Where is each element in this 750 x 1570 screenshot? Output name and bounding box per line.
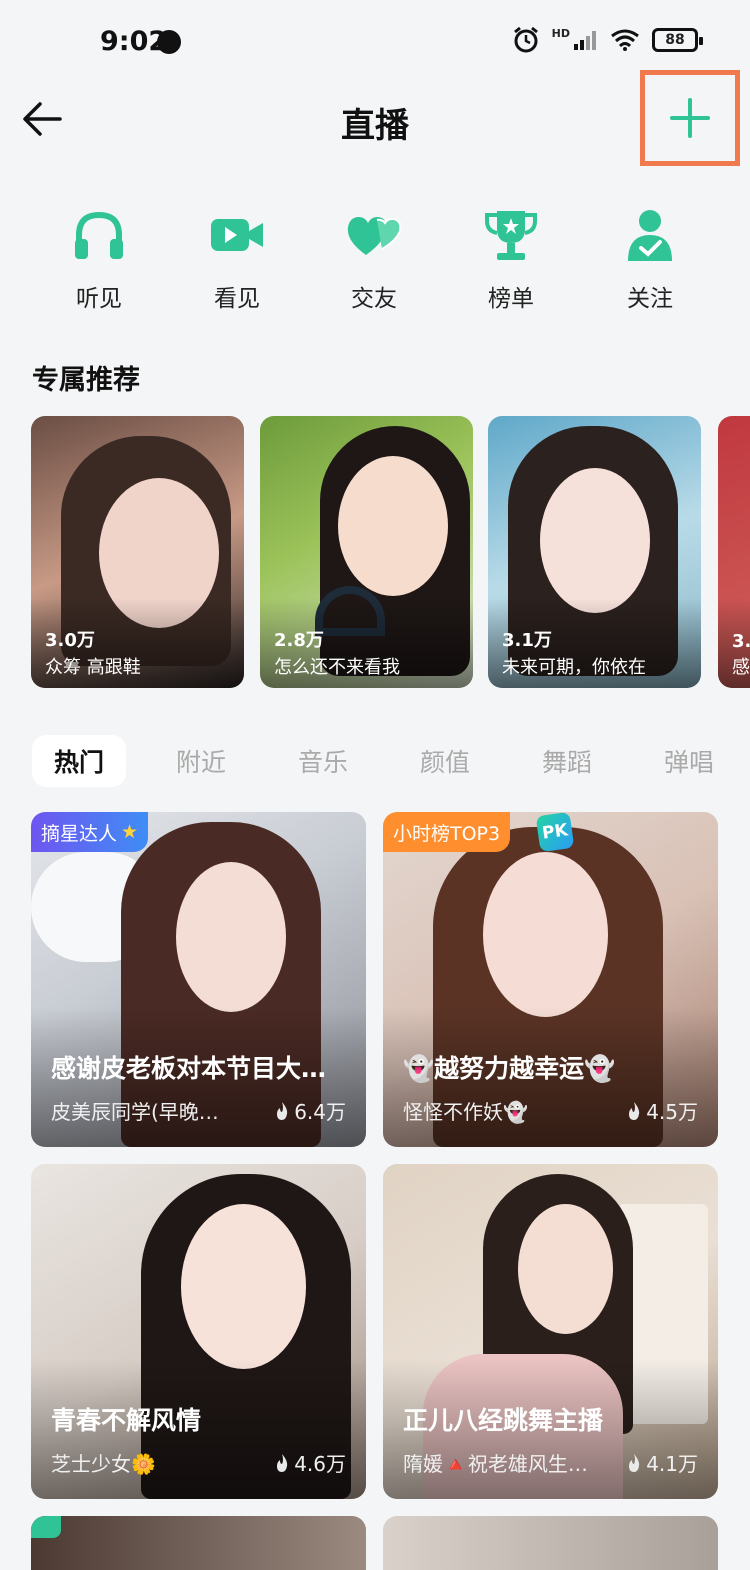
heat-count: 4.5万 [626,1096,698,1125]
category-label: 交友 [351,286,397,312]
heat-value: 4.5万 [646,1100,698,1124]
trophy-icon [485,211,537,260]
wifi-icon [611,29,639,51]
streamer-face [176,862,286,1012]
recommend-card[interactable]: 3.0万 众筹 高跟鞋 [31,416,244,688]
status-icons: HD 88 [512,26,703,54]
category-follow[interactable]: 关注 [595,205,705,313]
badge-icon [31,1516,61,1538]
host-name: 皮美辰同学(早晚… [51,1100,219,1124]
category-ranking[interactable]: 榜单 [456,205,566,313]
flame-icon [277,1453,288,1472]
card-title: 青春不解风情 [51,1406,202,1435]
header: 直播 [0,70,750,166]
host-name: 芝士少女🌼 [51,1452,156,1476]
add-live-button[interactable] [640,70,740,166]
category-label: 关注 [627,286,673,312]
card-title: 👻越努力越幸运👻 [403,1054,616,1083]
streamer-face [540,468,650,613]
heat-value: 4.1万 [646,1452,698,1476]
viewer-count: 3.0万 [45,630,95,651]
category-label: 看见 [214,286,260,312]
category-tabs: 热门 附近 音乐 颜值 舞蹈 弹唱 [0,735,750,795]
stream-name: 怎么还不来看我 [274,657,400,678]
headphones-icon [75,211,123,259]
page-title: 直播 [341,106,409,146]
card-title: 正儿八经跳舞主播 [403,1406,604,1435]
viewer-count: 2.8万 [274,630,324,651]
plus-icon [670,98,710,138]
streamer-face [338,456,448,596]
navigation-status-icon [157,30,181,54]
hearts-icon [347,217,402,255]
badge-label: 小时榜TOP3 [393,822,501,845]
badge-label: 摘星达人 [41,822,118,845]
hour-rank-badge: 小时榜TOP3 [383,812,511,852]
category-watch[interactable]: 看见 [182,205,292,313]
host-name: 怪怪不作妖👻 [403,1100,528,1124]
live-card[interactable] [31,1516,366,1570]
flame-icon [629,1453,640,1472]
recommend-card[interactable]: 3.1万 未来可期，你依在 [488,416,701,688]
viewer-count: 3. [732,631,750,652]
heat-value: 6.4万 [294,1100,346,1124]
stream-name: 感 [732,657,750,678]
live-card[interactable] [383,1516,718,1570]
status-bar: 9:02 HD 88 [0,0,750,84]
hd-label: HD [551,26,570,40]
recommend-row: 3.0万 众筹 高跟鞋 2.8万 怎么还不来看我 3.1万 未来可期，你依在 3… [0,416,750,688]
viewer-count: 3.1万 [502,630,552,651]
tab-looks[interactable]: 颜值 [398,735,492,787]
heat-value: 4.6万 [294,1452,346,1476]
tab-nearby[interactable]: 附近 [154,735,248,787]
recommend-card[interactable]: 2.8万 怎么还不来看我 [260,416,473,688]
live-card[interactable]: 小时榜TOP3 PK 👻越努力越幸运👻 怪怪不作妖👻 4.5万 [383,812,718,1147]
video-camera-icon [211,219,263,251]
follow-user-icon [628,210,672,261]
battery-indicator: 88 [652,28,703,52]
star-badge: 摘星达人 ★ [31,812,149,852]
tab-dance[interactable]: 舞蹈 [520,735,614,787]
stream-name: 未来可期，你依在 [502,657,646,678]
live-card[interactable]: 摘星达人 ★ 感谢皮老板对本节目大… 皮美辰同学(早晚… 6.4万 [31,812,366,1147]
tab-music[interactable]: 音乐 [276,735,370,787]
star-icon: ★ [121,821,139,843]
recommend-card[interactable]: 3. 感 [718,416,750,688]
tab-sing[interactable]: 弹唱 [642,735,736,787]
stream-name: 众筹 高跟鞋 [45,657,141,678]
category-listen[interactable]: 听见 [44,205,154,313]
heat-count: 4.6万 [274,1448,346,1477]
category-label: 听见 [76,286,122,312]
live-card[interactable]: 正儿八经跳舞主播 隋媛🔺祝老雄风生… 4.1万 [383,1164,718,1499]
heat-count: 6.4万 [274,1096,346,1125]
section-title-recommend: 专属推荐 [32,365,140,396]
category-row: 听见 看见 交友 榜单 关注 [0,205,750,315]
pk-icon: PK [535,812,575,853]
streamer-face [518,1204,613,1334]
category-friends[interactable]: 交友 [319,205,429,313]
host-name: 隋媛🔺祝老雄风生… [403,1452,588,1476]
heat-count: 4.1万 [626,1448,698,1477]
flame-icon [629,1101,640,1120]
streamer-face [181,1204,306,1369]
live-card[interactable]: 青春不解风情 芝士少女🌼 4.6万 [31,1164,366,1499]
signal-icon [574,31,596,50]
alarm-icon [513,26,538,53]
category-label: 榜单 [488,286,534,312]
card-title: 感谢皮老板对本节目大… [51,1054,327,1083]
tab-hot[interactable]: 热门 [32,735,127,787]
streamer-face [483,852,608,1017]
flame-icon [277,1101,288,1120]
